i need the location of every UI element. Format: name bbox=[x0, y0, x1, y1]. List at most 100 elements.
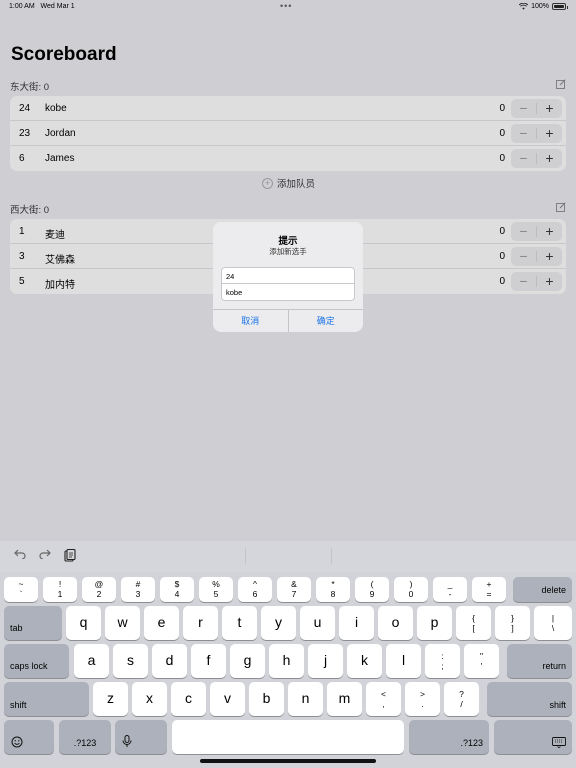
increment-button[interactable]: + bbox=[537, 222, 562, 241]
key-n[interactable]: n bbox=[288, 682, 323, 716]
increment-button[interactable]: + bbox=[537, 124, 562, 143]
key-period[interactable]: >. bbox=[405, 682, 440, 716]
key-x[interactable]: x bbox=[132, 682, 167, 716]
key-2[interactable]: @2 bbox=[82, 577, 116, 602]
key-bracket-right[interactable]: }] bbox=[495, 606, 530, 640]
key-8[interactable]: * 8 bbox=[316, 577, 350, 602]
key-g[interactable]: g bbox=[230, 644, 265, 678]
key-7[interactable]: & 7 bbox=[277, 577, 311, 602]
key-c[interactable]: c bbox=[171, 682, 206, 716]
key-z[interactable]: z bbox=[93, 682, 128, 716]
key-i[interactable]: i bbox=[339, 606, 374, 640]
key-backtick[interactable]: ~ ` bbox=[4, 577, 38, 602]
emoji-key[interactable] bbox=[4, 720, 54, 754]
redo-icon[interactable] bbox=[39, 549, 51, 559]
toolbar-divider bbox=[331, 548, 332, 564]
paste-icon[interactable] bbox=[64, 549, 76, 562]
key-5[interactable]: % 5 bbox=[199, 577, 233, 602]
key-u[interactable]: u bbox=[300, 606, 335, 640]
key-m[interactable]: m bbox=[327, 682, 362, 716]
player-score: 0 bbox=[499, 103, 505, 114]
decrement-button[interactable]: − bbox=[511, 247, 536, 266]
key-v[interactable]: v bbox=[210, 682, 245, 716]
undo-icon[interactable] bbox=[14, 549, 26, 559]
key-6[interactable]: ^ 6 bbox=[238, 577, 272, 602]
key-j[interactable]: j bbox=[308, 644, 343, 678]
key-k[interactable]: k bbox=[347, 644, 382, 678]
player-row[interactable]: 24 kobe 0 − + bbox=[10, 96, 566, 121]
key-equals[interactable]: + = bbox=[472, 577, 506, 602]
key-b[interactable]: b bbox=[249, 682, 284, 716]
alert-message: 添加新选手 bbox=[269, 247, 307, 256]
numbers-left-key[interactable]: .?123 bbox=[59, 720, 111, 754]
wifi-icon bbox=[519, 3, 529, 10]
key-bracket-left[interactable]: {[ bbox=[456, 606, 491, 640]
score-stepper: − + bbox=[511, 222, 562, 241]
shift-left-key[interactable]: shift bbox=[4, 682, 89, 716]
caps-lock-key[interactable]: caps lock bbox=[4, 644, 69, 678]
decrement-button[interactable]: − bbox=[511, 149, 536, 168]
key-p[interactable]: p bbox=[417, 606, 452, 640]
player-name: 艾佛森 bbox=[45, 255, 75, 266]
player-name: kobe bbox=[45, 103, 67, 114]
tab-key[interactable]: tab bbox=[4, 606, 62, 640]
space-bar[interactable] bbox=[172, 720, 404, 754]
key-minus[interactable]: _ - bbox=[433, 577, 467, 602]
confirm-button[interactable]: 确定 bbox=[289, 310, 364, 332]
key-9[interactable]: (9 bbox=[355, 577, 389, 602]
key-h[interactable]: h bbox=[269, 644, 304, 678]
player-name: 加内特 bbox=[45, 280, 75, 291]
key-3[interactable]: #3 bbox=[121, 577, 155, 602]
key-y[interactable]: y bbox=[261, 606, 296, 640]
key-0[interactable]: ) 0 bbox=[394, 577, 428, 602]
return-key[interactable]: return bbox=[507, 644, 572, 678]
key-4[interactable]: $4 bbox=[160, 577, 194, 602]
player-row[interactable]: 23 Jordan 0 − + bbox=[10, 121, 566, 146]
shift-right-key[interactable]: shift bbox=[487, 682, 572, 716]
key-e[interactable]: e bbox=[144, 606, 179, 640]
increment-button[interactable]: + bbox=[537, 149, 562, 168]
key-q[interactable]: q bbox=[66, 606, 101, 640]
player-score: 0 bbox=[499, 153, 505, 164]
increment-button[interactable]: + bbox=[537, 247, 562, 266]
toolbar-divider bbox=[245, 548, 246, 564]
key-o[interactable]: o bbox=[378, 606, 413, 640]
decrement-button[interactable]: − bbox=[511, 99, 536, 118]
key-w[interactable]: w bbox=[105, 606, 140, 640]
decrement-button[interactable]: − bbox=[511, 272, 536, 291]
decrement-button[interactable]: − bbox=[511, 124, 536, 143]
key-l[interactable]: l bbox=[386, 644, 421, 678]
keyboard: ~ ` ! 1 @2 #3 $4 % 5 ^ 6 & 7 * 8 (9 ) 0 _ - + = d… bbox=[0, 572, 576, 768]
dictation-key[interactable] bbox=[115, 720, 167, 754]
key-semicolon[interactable]: :; bbox=[425, 644, 460, 678]
player-name-field[interactable]: kobe bbox=[221, 284, 355, 301]
key-a[interactable]: a bbox=[74, 644, 109, 678]
key-t[interactable]: t bbox=[222, 606, 257, 640]
home-indicator[interactable] bbox=[200, 759, 376, 763]
keyboard-shortcut-bar bbox=[0, 541, 576, 572]
player-name: James bbox=[45, 153, 75, 164]
add-player-button[interactable]: + 添加队员 bbox=[262, 176, 315, 190]
key-slash[interactable]: ? / bbox=[444, 682, 479, 716]
key-comma[interactable]: <, bbox=[366, 682, 401, 716]
key-d[interactable]: d bbox=[152, 644, 187, 678]
key-1[interactable]: ! 1 bbox=[43, 577, 77, 602]
key-f[interactable]: f bbox=[191, 644, 226, 678]
player-number-field[interactable]: 24 bbox=[221, 267, 355, 284]
key-backslash[interactable]: | \ bbox=[534, 606, 572, 640]
player-row[interactable]: 6 James 0 − + bbox=[10, 146, 566, 171]
cancel-button[interactable]: 取消 bbox=[213, 310, 288, 332]
key-r[interactable]: r bbox=[183, 606, 218, 640]
decrement-button[interactable]: − bbox=[511, 222, 536, 241]
key-quote[interactable]: " ' bbox=[464, 644, 499, 678]
delete-key[interactable]: delete bbox=[513, 577, 572, 602]
key-s[interactable]: s bbox=[113, 644, 148, 678]
multitasking-dots-icon[interactable]: ••• bbox=[280, 1, 292, 11]
team-score-label: 西大街: 0 bbox=[10, 205, 50, 216]
hide-keyboard-key[interactable] bbox=[494, 720, 572, 754]
increment-button[interactable]: + bbox=[537, 272, 562, 291]
numbers-right-key[interactable]: .?123 bbox=[409, 720, 489, 754]
increment-button[interactable]: + bbox=[537, 99, 562, 118]
edit-icon[interactable] bbox=[556, 79, 566, 89]
edit-icon[interactable] bbox=[556, 202, 566, 212]
